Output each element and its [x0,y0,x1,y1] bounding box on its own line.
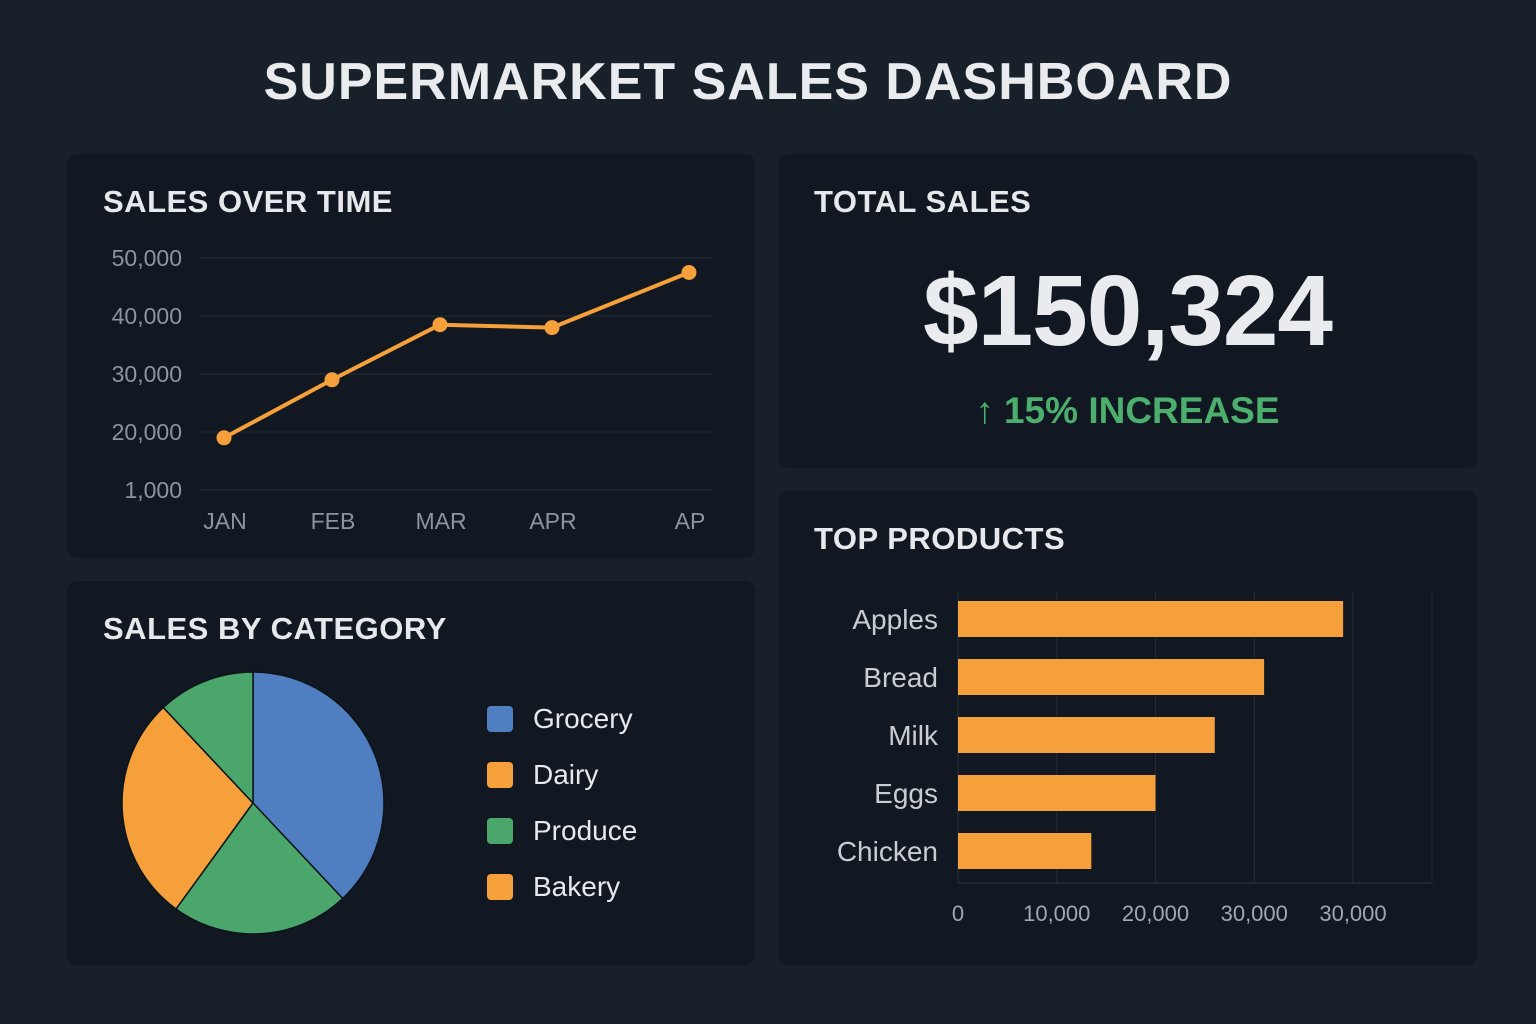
legend-swatch [487,706,513,732]
sales-change-text: 15% INCREASE [1003,390,1280,431]
x-tick-label: MAR [415,508,466,534]
x-tick-label: 30,000 [1319,901,1386,926]
y-tick-label: 40,000 [112,303,182,329]
arrow-up-icon: ↑ [975,390,994,431]
y-tick-label: 20,000 [112,419,182,445]
total-sales-value: $150,324 [922,255,1333,367]
sales-change: ↑ 15% INCREASE [778,390,1477,432]
y-tick-label: Chicken [837,836,938,867]
dashboard-title: SUPERMARKET SALES DASHBOARD [263,53,1233,111]
top-products-card: TOP PRODUCTS 0 10,000 20,000 30,000 30,000 Ap… [778,491,1477,965]
sales-over-time-card: SALES OVER TIME 50,000 40,000 30,000 20,000… [67,154,755,558]
x-tick-label: JAN [203,508,246,534]
legend-label: Bakery [533,871,621,902]
legend-swatch [487,818,513,844]
x-tick-label: 30,000 [1221,901,1288,926]
total-sales-card: TOTAL SALES $150,324 ↑ 15% INCREASE [778,154,1477,468]
sales-over-time-chart: 50,000 40,000 30,000 20,000 1,000 JAN FEB MAR AP… [112,245,712,534]
legend-item: Produce [487,803,637,859]
legend-item: Grocery [487,691,637,747]
top-products-chart: 0 10,000 20,000 30,000 30,000 Apples Bread Milk… [837,591,1433,926]
legend-item: Bakery [487,859,637,915]
legend-swatch [487,874,513,900]
y-tick-label: 1,000 [124,477,182,503]
category-legend: Grocery Dairy Produce Bakery [487,691,637,915]
legend-swatch [487,762,513,788]
bar [958,833,1092,869]
legend-label: Grocery [533,703,633,734]
bar [958,601,1344,637]
legend-item: Dairy [487,747,637,803]
data-point [324,372,340,388]
x-tick-label: AP [675,508,706,534]
sales-by-category-card: SALES BY CATEGORY Grocery Dairy Produce Bak… [67,581,755,965]
y-tick-label: 30,000 [112,361,182,387]
data-point [681,265,697,280]
bar [958,659,1265,695]
x-tick-label: FEB [311,508,356,534]
legend-label: Produce [533,815,638,846]
y-tick-label: 50,000 [112,245,182,271]
y-tick-label: Apples [852,604,938,635]
bar [958,775,1156,811]
total-sales-title: TOTAL SALES [814,184,1032,219]
data-point [216,430,232,446]
x-tick-label: 0 [952,901,964,926]
y-tick-label: Eggs [874,778,938,809]
series-line [223,270,690,440]
x-tick-label: 10,000 [1023,901,1090,926]
data-point [432,317,448,333]
bar [958,717,1215,753]
y-tick-label: Milk [888,720,939,751]
sales-by-category-pie [121,671,385,935]
data-point [544,320,560,336]
y-tick-label: Bread [863,662,938,693]
x-tick-label: 20,000 [1122,901,1189,926]
legend-label: Dairy [533,759,599,790]
sales-by-category-title: SALES BY CATEGORY [103,611,447,646]
x-tick-label: APR [529,508,576,534]
